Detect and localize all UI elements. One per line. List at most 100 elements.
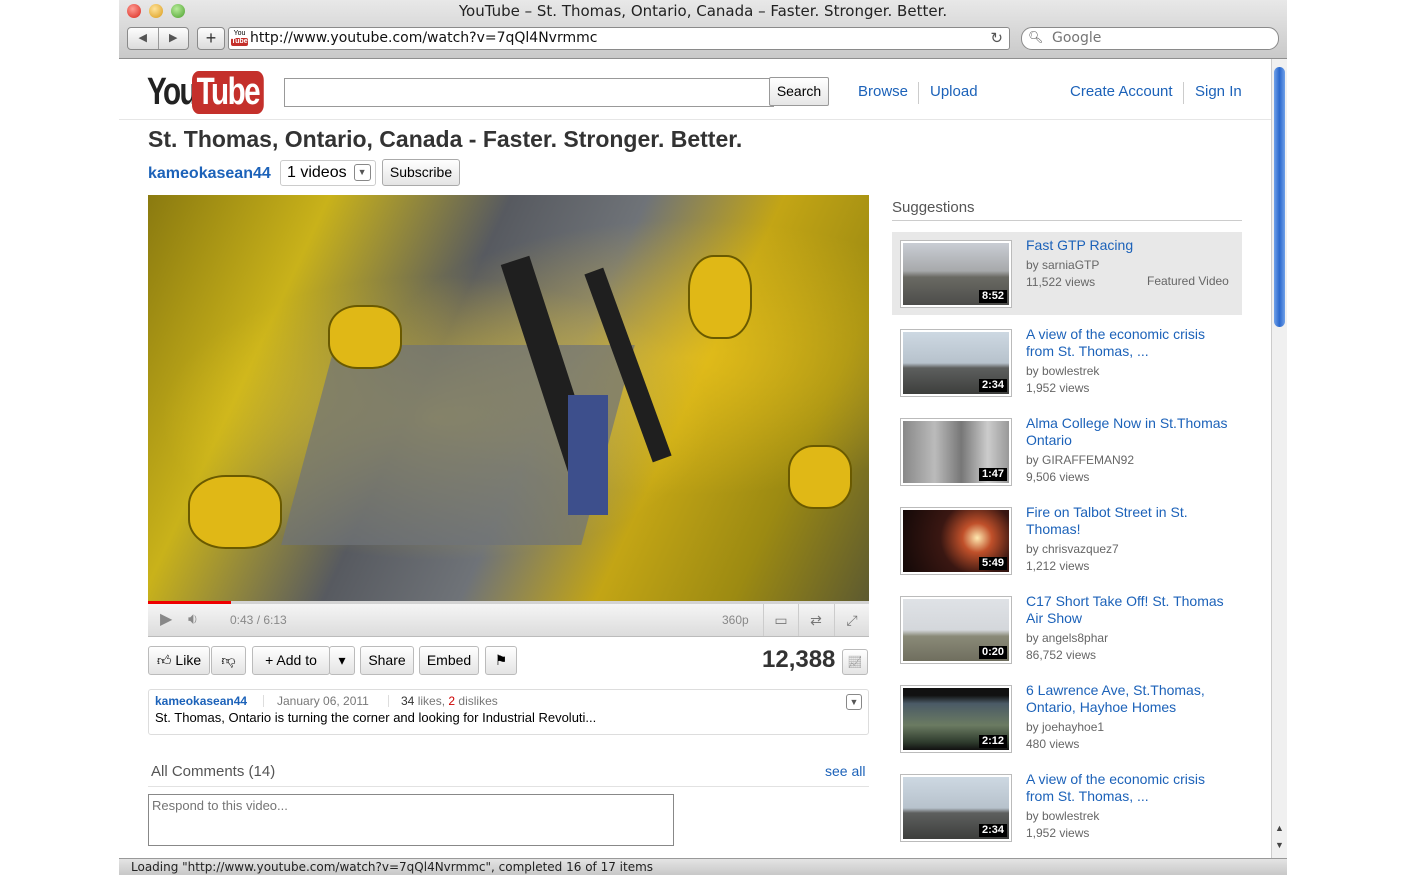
duration-badge: 2:34	[978, 824, 1007, 837]
info-divider	[388, 695, 389, 707]
suggestion-author: by angels8phar	[1026, 631, 1109, 645]
duration-badge: 8:52	[978, 290, 1007, 303]
suggestion-item[interactable]: 2:34 A view of the economic crisis from …	[892, 321, 1242, 404]
popout-icon[interactable]: ▭	[763, 604, 798, 636]
comments-divider	[148, 786, 869, 787]
vertical-scrollbar[interactable]: ▲ ▼	[1271, 59, 1287, 858]
flag-icon: ⚑	[494, 652, 508, 668]
fullscreen-icon[interactable]: ⤢	[834, 604, 869, 636]
expand-icon[interactable]: ⇄	[798, 604, 833, 636]
suggestion-author: by GIRAFFEMAN92	[1026, 453, 1135, 467]
search-icon: 🔍︎	[1028, 30, 1044, 44]
info-divider	[263, 695, 264, 707]
url-text[interactable]: http://www.youtube.com/watch?v=7qQl4Nvrm…	[250, 30, 597, 46]
youtube-favicon-icon: You Tube	[231, 30, 248, 47]
video-description: St. Thomas, Ontario is turning the corne…	[155, 710, 597, 725]
play-icon[interactable]: ▶	[160, 604, 172, 636]
back-icon[interactable]: ◀	[128, 28, 159, 49]
nav-divider	[918, 82, 919, 104]
add-to-dropdown[interactable]: ▾	[329, 646, 355, 675]
suggestion-title[interactable]: 6 Lawrence Ave, St.Thomas, Ontario, Hayh…	[1026, 682, 1234, 716]
video-thumbnail[interactable]: 2:34	[900, 329, 1012, 397]
search-button[interactable]: Search	[769, 77, 829, 106]
google-search-field[interactable]: 🔍︎	[1021, 27, 1279, 50]
suggestion-title[interactable]: Fast GTP Racing	[1026, 237, 1234, 254]
see-all-link[interactable]: see all	[825, 763, 865, 779]
reload-icon[interactable]: ↻	[990, 29, 1003, 47]
scroll-down-icon[interactable]: ▼	[1275, 840, 1284, 850]
dislikes-label: dislikes	[458, 694, 498, 708]
history-buttons: ◀ ▶	[127, 27, 189, 50]
thumbnail-image: 1:47	[903, 421, 1009, 483]
thumbs-up-icon: 👍︎	[156, 652, 172, 668]
flag-button[interactable]: ⚑	[485, 646, 517, 675]
google-search-input[interactable]	[1050, 29, 1254, 47]
upload-date: January 06, 2011	[277, 694, 369, 708]
video-player[interactable]	[148, 195, 869, 601]
video-count-dropdown[interactable]: 1 videos ▼	[280, 160, 376, 186]
video-info-box: kameokasean44 January 06, 2011 34 likes,…	[148, 689, 869, 735]
suggestion-title[interactable]: Fire on Talbot Street in St. Thomas!	[1026, 504, 1234, 538]
sign-in-link[interactable]: Sign In	[1195, 83, 1242, 100]
volume-icon[interactable]: 🔉︎	[188, 604, 198, 636]
video-thumbnail[interactable]: 2:34	[900, 774, 1012, 842]
subscribe-button[interactable]: Subscribe	[382, 159, 460, 186]
share-button[interactable]: Share	[360, 646, 414, 675]
suggestion-author: by joehayhoe1	[1026, 720, 1105, 734]
suggestion-item[interactable]: 0:20 C17 Short Take Off! St. Thomas Air …	[892, 588, 1242, 671]
suggestion-views: 1,952 views	[1026, 381, 1090, 395]
like-button[interactable]: 👍︎ Like	[148, 646, 210, 675]
scroll-up-icon[interactable]: ▲	[1275, 823, 1284, 833]
dislike-button[interactable]: 👎︎	[211, 646, 246, 675]
expand-info-icon[interactable]: ▼	[846, 694, 862, 710]
suggestion-item[interactable]: 2:34 A view of the economic crisis from …	[892, 766, 1242, 849]
header-divider	[119, 119, 1271, 120]
browse-link[interactable]: Browse	[858, 83, 908, 100]
suggestion-title[interactable]: Alma College Now in St.Thomas Ontario	[1026, 415, 1234, 449]
like-label: Like	[175, 652, 202, 668]
video-frame-robot	[688, 255, 752, 339]
suggestion-author: by sarniaGTP	[1026, 258, 1100, 272]
suggestion-title[interactable]: A view of the economic crisis from St. T…	[1026, 326, 1234, 360]
thumbnail-image: 8:52	[903, 243, 1009, 305]
suggestion-item[interactable]: 5:49 Fire on Talbot Street in St. Thomas…	[892, 499, 1242, 582]
youtube-search-input[interactable]	[284, 78, 774, 107]
chevron-down-icon[interactable]: ▼	[353, 164, 371, 181]
video-thumbnail[interactable]: 1:47	[900, 418, 1012, 486]
suggestions-divider	[892, 220, 1242, 221]
suggestion-views: 1,212 views	[1026, 559, 1090, 573]
video-thumbnail[interactable]: 0:20	[900, 596, 1012, 664]
suggestion-title[interactable]: C17 Short Take Off! St. Thomas Air Show	[1026, 593, 1234, 627]
video-thumbnail[interactable]: 5:49	[900, 507, 1012, 575]
video-frame-robot	[188, 475, 282, 549]
embed-button[interactable]: Embed	[419, 646, 479, 675]
info-uploader-link[interactable]: kameokasean44	[155, 694, 247, 708]
address-bar[interactable]: You Tube http://www.youtube.com/watch?v=7…	[228, 27, 1010, 50]
add-bookmark-button[interactable]: +	[197, 27, 225, 50]
browser-window: YouTube – St. Thomas, Ontario, Canada – …	[119, 0, 1287, 875]
view-count: 12,388	[762, 646, 836, 673]
suggestion-views: 9,506 views	[1026, 470, 1090, 484]
stats-icon[interactable]: 📈︎	[842, 649, 868, 675]
quality-selector[interactable]: 360p	[722, 604, 749, 636]
favicon-bottom: Tube	[231, 38, 248, 46]
comment-input[interactable]	[148, 794, 674, 846]
video-controls: ▶ 🔉︎ 0:43 / 6:13 360p ▭ ⇄ ⤢	[148, 604, 869, 637]
suggestion-author: by bowlestrek	[1026, 364, 1100, 378]
duration-badge: 5:49	[978, 557, 1007, 570]
video-thumbnail[interactable]: 2:12	[900, 685, 1012, 753]
create-account-link[interactable]: Create Account	[1070, 83, 1173, 100]
suggestion-item[interactable]: 1:47 Alma College Now in St.Thomas Ontar…	[892, 410, 1242, 493]
youtube-logo[interactable]: You Tube	[147, 68, 284, 116]
forward-icon[interactable]: ▶	[159, 28, 189, 49]
upload-link[interactable]: Upload	[930, 83, 978, 100]
uploader-link[interactable]: kameokasean44	[148, 165, 271, 183]
video-thumbnail[interactable]: 8:52	[900, 240, 1012, 308]
add-to-button[interactable]: + Add to	[252, 646, 330, 675]
plus-icon: +	[265, 652, 274, 668]
scrollbar-thumb[interactable]	[1274, 67, 1285, 327]
suggestion-title[interactable]: A view of the economic crisis from St. T…	[1026, 771, 1234, 805]
title-bar: YouTube – St. Thomas, Ontario, Canada – …	[119, 0, 1287, 59]
suggestion-item[interactable]: 2:12 6 Lawrence Ave, St.Thomas, Ontario,…	[892, 677, 1242, 760]
suggestion-item[interactable]: 8:52 Fast GTP Racing by sarniaGTP 11,522…	[892, 232, 1242, 315]
